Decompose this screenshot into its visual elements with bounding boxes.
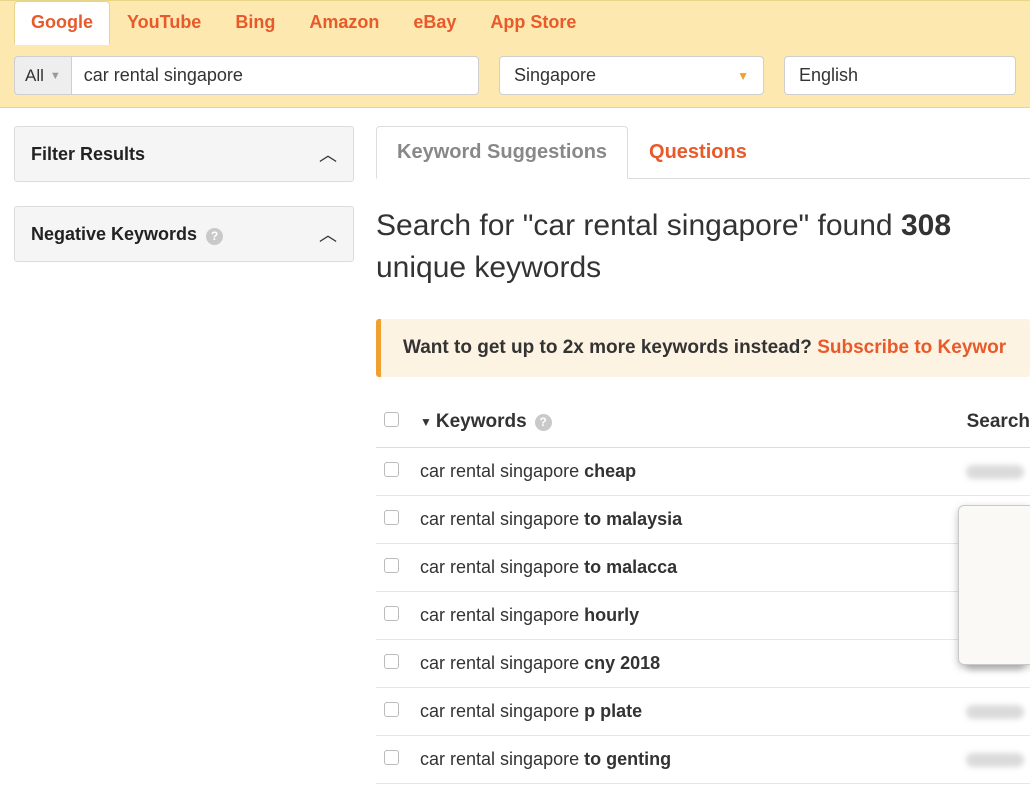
headline-query: car rental singapore — [533, 209, 798, 242]
source-tab-google[interactable]: Google — [14, 1, 110, 45]
search-bar-container: Google YouTube Bing Amazon eBay App Stor… — [0, 0, 1030, 108]
tab-keyword-suggestions[interactable]: Keyword Suggestions — [376, 126, 628, 179]
search-volume-column-header[interactable]: Search — [967, 411, 1030, 433]
country-value: Singapore — [514, 65, 596, 86]
keyword-cell: car rental singapore to malacca — [420, 557, 966, 578]
promo-link[interactable]: Subscribe to Keywor — [817, 337, 1006, 358]
keywords-column-label: Keywords — [436, 411, 527, 433]
row-checkbox[interactable] — [384, 510, 399, 525]
table-header: ▼ Keywords ? Search — [376, 411, 1030, 448]
search-group: All ▼ — [14, 56, 479, 95]
filter-results-panel[interactable]: Filter Results ︿ — [14, 126, 354, 182]
source-tab-ebay[interactable]: eBay — [396, 1, 473, 44]
row-checkbox[interactable] — [384, 606, 399, 621]
table-row: car rental singapore hourly — [376, 592, 1030, 640]
keyword-input[interactable] — [71, 56, 479, 95]
promo-banner: Want to get up to 2x more keywords inste… — [376, 319, 1030, 377]
search-volume-blurred — [966, 753, 1024, 767]
sidebar: Filter Results ︿ Negative Keywords ? ︿ — [14, 126, 354, 784]
source-tab-bing[interactable]: Bing — [218, 1, 292, 44]
table-row: car rental singapore cny 2018 — [376, 640, 1030, 688]
search-row: All ▼ Singapore ▼ English — [0, 44, 1030, 95]
search-volume-blurred — [966, 465, 1024, 479]
main-results: Keyword Suggestions Questions Search for… — [376, 126, 1030, 784]
filter-results-title: Filter Results — [31, 144, 145, 165]
language-value: English — [799, 65, 858, 86]
row-checkbox[interactable] — [384, 750, 399, 765]
headline-prefix: Search for " — [376, 209, 533, 242]
match-type-label: All — [25, 66, 44, 86]
chevron-up-icon: ︿ — [319, 141, 337, 167]
promo-text: Want to get up to 2x more keywords inste… — [403, 337, 817, 358]
table-row: car rental singapore to malacca — [376, 544, 1030, 592]
chevron-down-icon: ▼ — [737, 69, 749, 83]
keyword-cell: car rental singapore cny 2018 — [420, 653, 966, 674]
headline-suffix: unique keywords — [376, 251, 601, 284]
tab-questions[interactable]: Questions — [628, 126, 768, 179]
match-type-select[interactable]: All ▼ — [14, 56, 71, 95]
language-select[interactable]: English — [784, 56, 1016, 95]
keyword-cell: car rental singapore p plate — [420, 701, 966, 722]
headline-mid: " found — [799, 209, 901, 242]
chevron-up-icon: ︿ — [319, 221, 337, 247]
results-headline: Search for "car rental singapore" found … — [376, 205, 1030, 289]
country-select[interactable]: Singapore ▼ — [499, 56, 764, 95]
search-volume-blurred — [966, 705, 1024, 719]
content-area: Filter Results ︿ Negative Keywords ? ︿ K… — [0, 108, 1030, 784]
source-tab-amazon[interactable]: Amazon — [292, 1, 396, 44]
negative-keywords-label: Negative Keywords — [31, 224, 197, 244]
negative-keywords-panel[interactable]: Negative Keywords ? ︿ — [14, 206, 354, 262]
headline-count: 308 — [901, 209, 951, 242]
keyword-table: ▼ Keywords ? Search car rental singapore… — [376, 411, 1030, 784]
source-tabs: Google YouTube Bing Amazon eBay App Stor… — [0, 1, 1030, 44]
keyword-cell: car rental singapore to genting — [420, 749, 966, 770]
keyword-cell: car rental singapore to malaysia — [420, 509, 966, 530]
result-tabs: Keyword Suggestions Questions — [376, 126, 1030, 179]
negative-keywords-title: Negative Keywords ? — [31, 224, 223, 245]
row-checkbox[interactable] — [384, 654, 399, 669]
row-checkbox[interactable] — [384, 462, 399, 477]
select-all-checkbox[interactable] — [384, 412, 399, 427]
row-checkbox[interactable] — [384, 558, 399, 573]
table-row: car rental singapore cheap — [376, 448, 1030, 496]
keyword-cell: car rental singapore cheap — [420, 461, 966, 482]
help-icon: ? — [535, 414, 552, 431]
source-tab-youtube[interactable]: YouTube — [110, 1, 218, 44]
keywords-column-header[interactable]: ▼ Keywords ? — [420, 411, 552, 433]
floating-side-panel[interactable] — [958, 505, 1030, 665]
table-row: car rental singapore p plate — [376, 688, 1030, 736]
keyword-cell: car rental singapore hourly — [420, 605, 966, 626]
source-tab-appstore[interactable]: App Store — [473, 1, 593, 44]
help-icon: ? — [206, 228, 223, 245]
row-checkbox[interactable] — [384, 702, 399, 717]
sort-desc-icon: ▼ — [420, 415, 432, 429]
table-row: car rental singapore to malaysia — [376, 496, 1030, 544]
table-row: car rental singapore to genting — [376, 736, 1030, 784]
chevron-down-icon: ▼ — [50, 70, 61, 82]
